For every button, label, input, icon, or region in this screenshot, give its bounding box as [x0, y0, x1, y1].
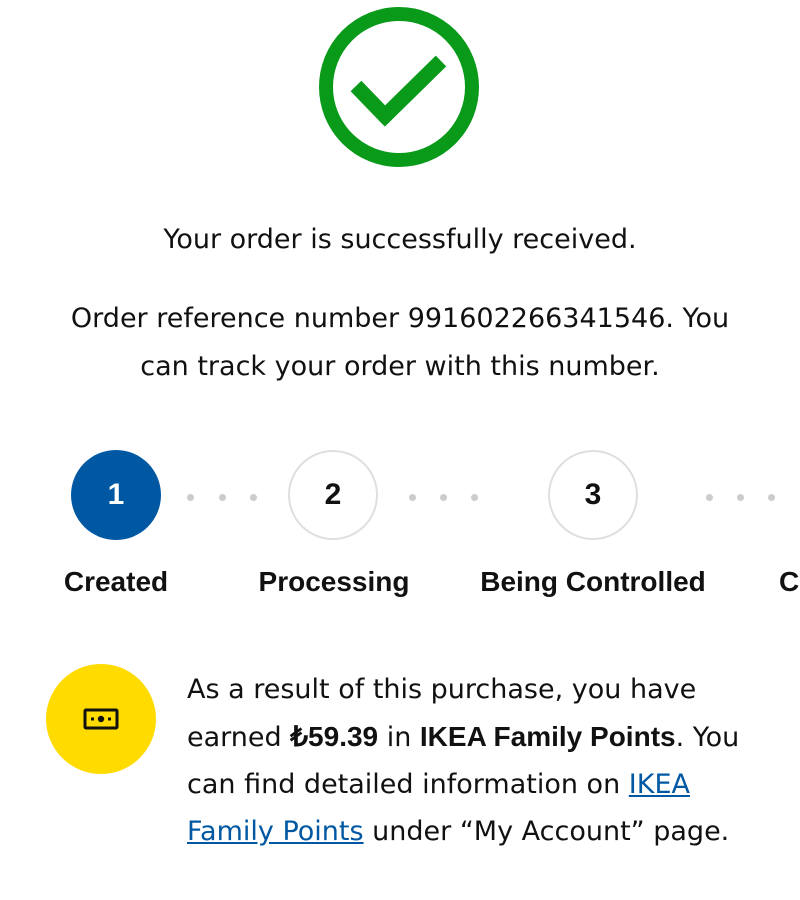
- step-4-label: C: [779, 566, 800, 597]
- success-check-icon: [318, 6, 480, 168]
- points-program-name: IKEA Family Points: [419, 721, 676, 752]
- order-reference-line-2: can track your order with this number.: [140, 351, 660, 382]
- step-connector-dot: [409, 494, 416, 501]
- step-connector-dot: [768, 494, 775, 501]
- step-connector-dot: [471, 494, 478, 501]
- points-text-2: in: [378, 722, 420, 753]
- order-reference-line-1: Order reference number 991602266341546. …: [70, 303, 730, 334]
- step-2-label: Processing: [258, 566, 410, 597]
- step-2-circle: 2: [288, 450, 378, 540]
- family-points-badge: [46, 664, 156, 774]
- step-3-number: 3: [584, 478, 602, 511]
- step-connector-dot: [187, 494, 194, 501]
- step-connector-dot: [250, 494, 257, 501]
- step-3-circle: 3: [548, 450, 638, 540]
- order-status-stepper: 1 2 3 Created Processing Being Controlle…: [0, 450, 800, 600]
- step-2-number: 2: [324, 478, 342, 511]
- step-1-label: Created: [63, 566, 169, 597]
- order-reference-message: Order reference number 991602266341546. …: [0, 295, 800, 391]
- order-success-message: Your order is successfully received.: [163, 224, 637, 255]
- step-1-circle: 1: [71, 450, 161, 540]
- step-1-number: 1: [107, 478, 125, 511]
- cash-icon: [83, 708, 119, 730]
- step-connector-dot: [737, 494, 744, 501]
- step-connector-dot: [706, 494, 713, 501]
- step-connector-dot: [440, 494, 447, 501]
- family-points-message: As a result of this purchase, you have e…: [187, 666, 777, 855]
- points-text-4: under “My Account” page.: [363, 816, 730, 847]
- points-amount: ₺59.39: [290, 721, 379, 752]
- step-3-label: Being Controlled: [480, 566, 706, 597]
- step-connector-dot: [219, 494, 226, 501]
